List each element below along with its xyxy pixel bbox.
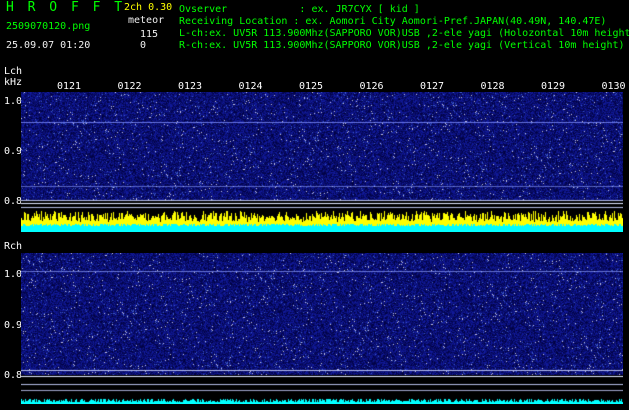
app-logo: H R O F F T xyxy=(6,0,126,15)
time-tick: 0130 xyxy=(601,81,626,92)
timestamp-label: 25.09.07 01:20 xyxy=(6,40,91,51)
rch-label: Rch xyxy=(4,241,23,252)
rch-tick-0.8: 0.8 xyxy=(4,370,23,381)
time-tick: 0121 xyxy=(57,81,82,92)
time-tick: 0127 xyxy=(420,81,445,92)
filename-label: 2509070120.png xyxy=(6,21,91,32)
meteor-label: meteor xyxy=(128,15,165,26)
meteor-count-lch: 115 xyxy=(140,29,159,40)
lch-tick-0.9: 0.9 xyxy=(4,146,23,157)
time-tick: 0125 xyxy=(299,81,324,92)
lch-tick-0.8: 0.8 xyxy=(4,196,23,207)
time-tick: 0128 xyxy=(480,81,505,92)
rch-config-line: R-ch:ex. UV5R 113.900Mhz(SAPPORO VOR)USB… xyxy=(179,40,625,51)
lch-tick-1.0: 1.0 xyxy=(4,96,23,107)
rch-tick-1.0: 1.0 xyxy=(4,269,23,280)
location-line: Receiving Location : ex. Aomori City Aom… xyxy=(179,16,607,27)
time-tick: 0129 xyxy=(541,81,566,92)
lch-unit-label: kHz xyxy=(4,77,23,88)
lch-config-line: L-ch:ex. UV5R 113.900Mhz(SAPPORO VOR)USB… xyxy=(179,28,629,39)
observer-line: Ovserver : ex. JR7CYX [ kid ] xyxy=(179,4,420,15)
meteor-count-rch: 0 xyxy=(140,40,147,51)
time-tick: 0126 xyxy=(359,81,384,92)
time-tick: 0123 xyxy=(178,81,203,92)
rch-tick-0.9: 0.9 xyxy=(4,320,23,331)
time-tick: 0124 xyxy=(238,81,263,92)
rch-spectrogram xyxy=(21,253,623,404)
lch-label: Lch xyxy=(4,66,23,77)
time-tick: 0122 xyxy=(117,81,142,92)
lch-spectrogram xyxy=(21,92,623,232)
version-label: 2ch 0.30 xyxy=(124,2,173,13)
